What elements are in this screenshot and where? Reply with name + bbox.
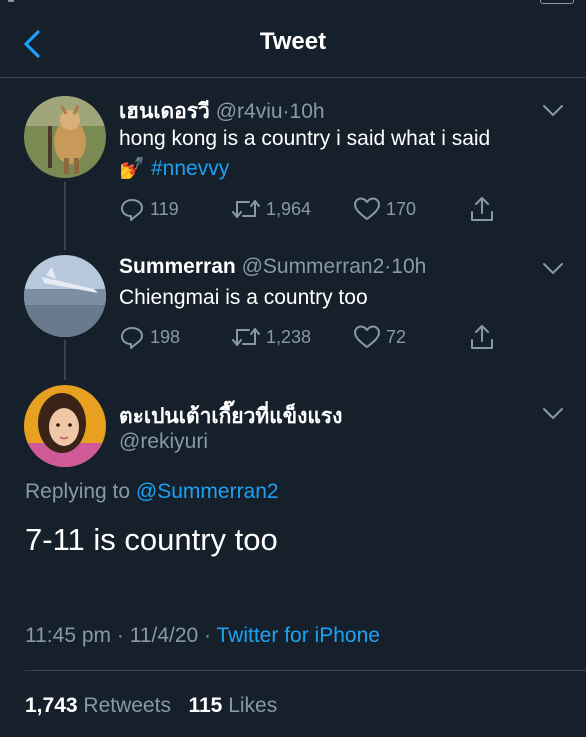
- retweet-total: 1,743: [25, 694, 78, 717]
- top-bar: Tweet: [0, 0, 586, 78]
- reply-icon: [121, 199, 143, 221]
- tweet-actions: 119 1,964 170: [119, 194, 539, 224]
- reply-button[interactable]: 119: [119, 194, 179, 224]
- mention-link[interactable]: @Summerran2: [136, 480, 279, 503]
- tweet-body: Chiengmai is a country too: [119, 286, 368, 309]
- like-count: 170: [386, 198, 417, 219]
- divider: [25, 670, 586, 671]
- like-button[interactable]: 170: [353, 194, 416, 224]
- display-name[interactable]: Summerran: [119, 255, 236, 278]
- retweet-button[interactable]: 1,238: [231, 322, 311, 352]
- reply-count: 119: [150, 198, 179, 219]
- nail-polish-emoji: 💅: [119, 157, 146, 180]
- tweet-text: Chiengmai is a country too: [119, 283, 559, 313]
- handle[interactable]: @Summerran2: [242, 255, 385, 278]
- retweet-count: 1,238: [266, 326, 312, 347]
- avatar[interactable]: [24, 96, 106, 178]
- signal-icon: [8, 0, 14, 2]
- like-stat[interactable]: 115 Likes: [188, 694, 277, 717]
- page-title: Tweet: [259, 28, 327, 55]
- retweet-button[interactable]: 1,964: [231, 194, 311, 224]
- share-icon: [471, 325, 493, 349]
- battery-icon: [540, 0, 574, 4]
- share-button[interactable]: [469, 322, 500, 352]
- tweet-text: 7-11 is country too: [25, 522, 278, 557]
- tweet-time: 11:45 pm: [25, 624, 111, 647]
- status-bar: [0, 0, 586, 6]
- reply-icon: [121, 327, 143, 349]
- avatar[interactable]: [24, 385, 106, 467]
- timestamp[interactable]: 10h: [391, 255, 426, 278]
- share-icon: [471, 197, 493, 221]
- source-link[interactable]: Twitter for iPhone: [217, 624, 380, 647]
- tweet-meta: 11:45 pm · 11/4/20 · Twitter for iPhone: [25, 624, 380, 648]
- avatar[interactable]: [24, 255, 106, 337]
- tweet-header: Summerran @Summerran2·10h: [119, 255, 426, 279]
- display-name[interactable]: เฮนเดอรวี: [119, 100, 210, 123]
- replying-to: Replying to @Summerran2: [25, 480, 279, 504]
- reply-count: 198: [150, 326, 181, 347]
- timestamp[interactable]: 10h: [290, 100, 325, 123]
- handle[interactable]: @rekiyuri: [119, 430, 208, 454]
- thread-line: [64, 340, 66, 380]
- hashtag-link[interactable]: #nnevvy: [151, 157, 229, 180]
- display-name[interactable]: ตะเปนเต้าเกี๊ยวที่แข็งแรง: [119, 400, 342, 433]
- heart-icon: [354, 325, 380, 348]
- separator-dot: ·: [204, 624, 212, 647]
- chevron-down-icon[interactable]: [540, 100, 566, 120]
- retweet-count: 1,964: [266, 198, 312, 219]
- like-label: Likes: [228, 694, 278, 717]
- separator-dot: ·: [282, 100, 290, 123]
- heart-icon: [354, 197, 380, 220]
- retweet-icon: [232, 200, 260, 218]
- share-button[interactable]: [469, 194, 500, 224]
- retweet-stat[interactable]: 1,743 Retweets: [25, 694, 171, 717]
- like-count: 72: [386, 326, 407, 347]
- tweet-body: hong kong is a country i said what i sai…: [119, 127, 491, 150]
- retweet-label: Retweets: [83, 694, 171, 717]
- like-button[interactable]: 72: [353, 322, 406, 352]
- replying-label: Replying to: [25, 480, 131, 503]
- tweet-actions: 198 1,238 72: [119, 322, 539, 352]
- like-total: 115: [188, 694, 223, 717]
- thread-line: [64, 182, 66, 250]
- chevron-down-icon[interactable]: [540, 258, 566, 278]
- handle[interactable]: @r4viu: [216, 100, 283, 123]
- reply-button[interactable]: 198: [119, 322, 180, 352]
- separator-dot: ·: [116, 624, 124, 647]
- tweet-stats: 1,743 Retweets 115 Likes: [25, 694, 277, 718]
- chevron-down-icon[interactable]: [540, 403, 566, 423]
- retweet-icon: [232, 328, 260, 346]
- tweet-date: 11/4/20: [129, 624, 199, 647]
- header-divider: [0, 77, 586, 78]
- tweet-text: hong kong is a country i said what i sai…: [119, 124, 559, 184]
